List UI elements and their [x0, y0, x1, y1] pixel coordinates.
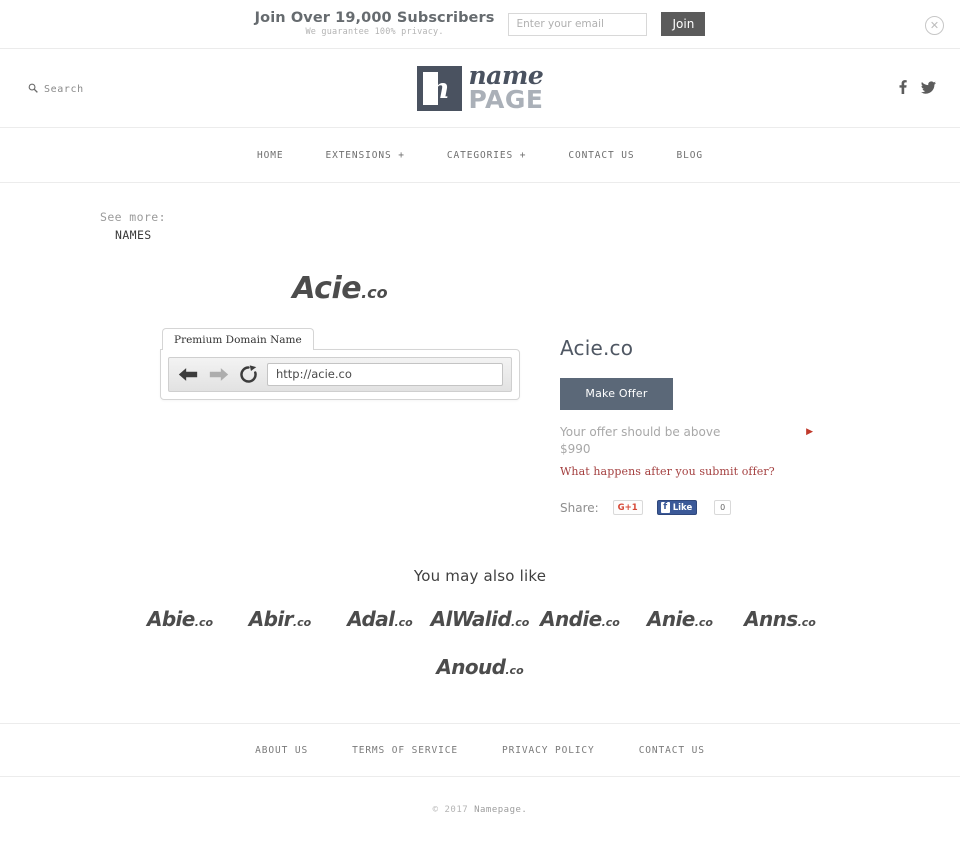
also-like-item-alwalid[interactable]: AlWalid.co: [430, 607, 530, 631]
email-field[interactable]: [508, 12, 648, 36]
also-like-tld: .co: [292, 616, 312, 630]
browser-tab[interactable]: Premium Domain Name: [162, 327, 314, 350]
share-label: Share:: [560, 500, 599, 515]
facebook-like-count[interactable]: 0: [714, 500, 732, 516]
twitter-icon[interactable]: [921, 79, 936, 98]
also-like-name: Abir: [248, 607, 294, 632]
browser-mockup: Premium Domain Name http://acie.co: [160, 327, 520, 400]
domain-hero-title: Acie.co: [0, 271, 960, 306]
back-arrow-icon[interactable]: [177, 366, 199, 383]
also-like-item-andie[interactable]: Andie.co: [530, 607, 630, 631]
also-like-row-2: Anoud.co: [110, 655, 850, 679]
site-logo[interactable]: n name PAGE: [416, 63, 544, 114]
facebook-icon[interactable]: [897, 79, 908, 98]
share-row: Share: G+1 f Like 0: [560, 500, 860, 516]
logo-wordmark: name PAGE: [468, 63, 544, 114]
url-bar[interactable]: http://acie.co: [267, 362, 503, 386]
breadcrumb: See more: NAMES: [0, 183, 960, 245]
offer-minimum-hint: Your offer should be above $990 ▶: [560, 424, 813, 459]
offer-hint-line1: Your offer should be above: [560, 424, 721, 439]
browser-frame: http://acie.co: [160, 348, 520, 400]
search-button[interactable]: Search: [28, 83, 84, 96]
main-navigation: HOME EXTENSIONS + CATEGORIES + CONTACT U…: [0, 128, 960, 183]
make-offer-button[interactable]: Make Offer: [560, 377, 673, 410]
search-label: Search: [44, 84, 84, 95]
also-like-name: Anie: [646, 607, 695, 632]
also-like-item-abir[interactable]: Abir.co: [230, 607, 330, 631]
facebook-f-icon: f: [660, 502, 670, 514]
search-icon: [28, 83, 38, 96]
offer-panel: Acie.co Make Offer Your offer should be …: [560, 328, 860, 516]
also-like-name: Al: [430, 607, 453, 632]
logo-page-text: PAGE: [468, 85, 544, 114]
domain-hero-name: Acie: [292, 270, 362, 306]
facebook-like-label: Like: [672, 502, 693, 513]
domain-hero-tld: .co: [361, 282, 388, 302]
browser-toolbar: http://acie.co: [168, 356, 512, 392]
breadcrumb-label: See more:: [100, 210, 166, 224]
also-like-tld: .co: [505, 664, 524, 678]
also-like-name: Adal: [347, 607, 395, 632]
also-like-name: Abie: [146, 607, 195, 632]
footer-link-contact-us[interactable]: CONTACT US: [639, 745, 705, 756]
also-like-item-anie[interactable]: Anie.co: [630, 607, 730, 631]
also-like-item-adal[interactable]: Adal.co: [330, 607, 430, 631]
subscribe-title: Join Over 19,000 Subscribers: [254, 9, 495, 26]
footer-link-privacy-policy[interactable]: PRIVACY POLICY: [502, 745, 595, 756]
nav-item-contact-us[interactable]: CONTACT US: [568, 150, 634, 161]
footer-link-terms-of-service[interactable]: TERMS OF SERVICE: [352, 745, 458, 756]
also-like-tld: .co: [601, 616, 620, 630]
also-like-tld: .co: [194, 616, 214, 630]
nav-item-categories[interactable]: CATEGORIES +: [447, 150, 526, 161]
also-like-name: Anns: [744, 607, 798, 632]
nav-item-extensions[interactable]: EXTENSIONS +: [325, 150, 404, 161]
copyright-name: Namepage.: [474, 805, 528, 816]
offer-hint-price: $990: [560, 442, 591, 457]
also-like-grid: Abie.co Abir.co Adal.co AlWalid.co Andie…: [0, 607, 960, 679]
copyright: © 2017 Namepage.: [0, 805, 960, 815]
subscribe-text-block: Join Over 19,000 Subscribers We guarante…: [255, 10, 495, 38]
join-button[interactable]: Join: [661, 12, 706, 36]
close-circle-icon[interactable]: ✕: [925, 16, 944, 35]
nav-item-home[interactable]: HOME: [257, 150, 283, 161]
main-content: Premium Domain Name http://acie.co Acie.…: [0, 327, 960, 516]
also-like-tld: .co: [797, 616, 816, 630]
nav-item-blog[interactable]: BLOG: [677, 150, 703, 161]
also-like-name: Andie: [540, 607, 602, 632]
facebook-like-button[interactable]: f Like: [656, 500, 698, 516]
subscribe-subtitle: We guarantee 100% privacy.: [305, 27, 444, 38]
also-like-item-abie[interactable]: Abie.co: [130, 607, 230, 631]
site-footer: ABOUT US TERMS OF SERVICE PRIVACY POLICY…: [0, 723, 960, 778]
copyright-year: © 2017: [432, 805, 469, 816]
also-like-tld: .co: [694, 616, 713, 630]
also-like-item-anns[interactable]: Anns.co: [730, 607, 830, 631]
logo-mark-letter: n: [428, 72, 450, 105]
social-links: [897, 79, 936, 98]
also-like-item-anoud[interactable]: Anoud.co: [436, 655, 523, 679]
forward-arrow-icon[interactable]: [208, 366, 230, 383]
google-plus-one-button[interactable]: G+1: [612, 500, 643, 516]
also-like-tld: .co: [394, 616, 413, 630]
also-like-name: Anoud: [436, 655, 506, 680]
also-like-title: You may also like: [413, 567, 547, 586]
logo-mark-icon: n: [416, 65, 462, 111]
red-arrow-marker-icon: ▶: [806, 426, 813, 437]
domain-title: Acie.co: [560, 335, 634, 360]
what-happens-link[interactable]: What happens after you submit offer?: [560, 465, 860, 478]
also-like-tld: .co: [511, 616, 530, 630]
subscribe-bar: Join Over 19,000 Subscribers We guarante…: [0, 0, 960, 49]
also-like-name-dim: Walid: [451, 607, 512, 632]
footer-link-about-us[interactable]: ABOUT US: [255, 745, 308, 756]
breadcrumb-category-link[interactable]: NAMES: [100, 227, 960, 245]
reload-icon[interactable]: [239, 365, 258, 384]
site-header: Search n name PAGE: [0, 49, 960, 128]
